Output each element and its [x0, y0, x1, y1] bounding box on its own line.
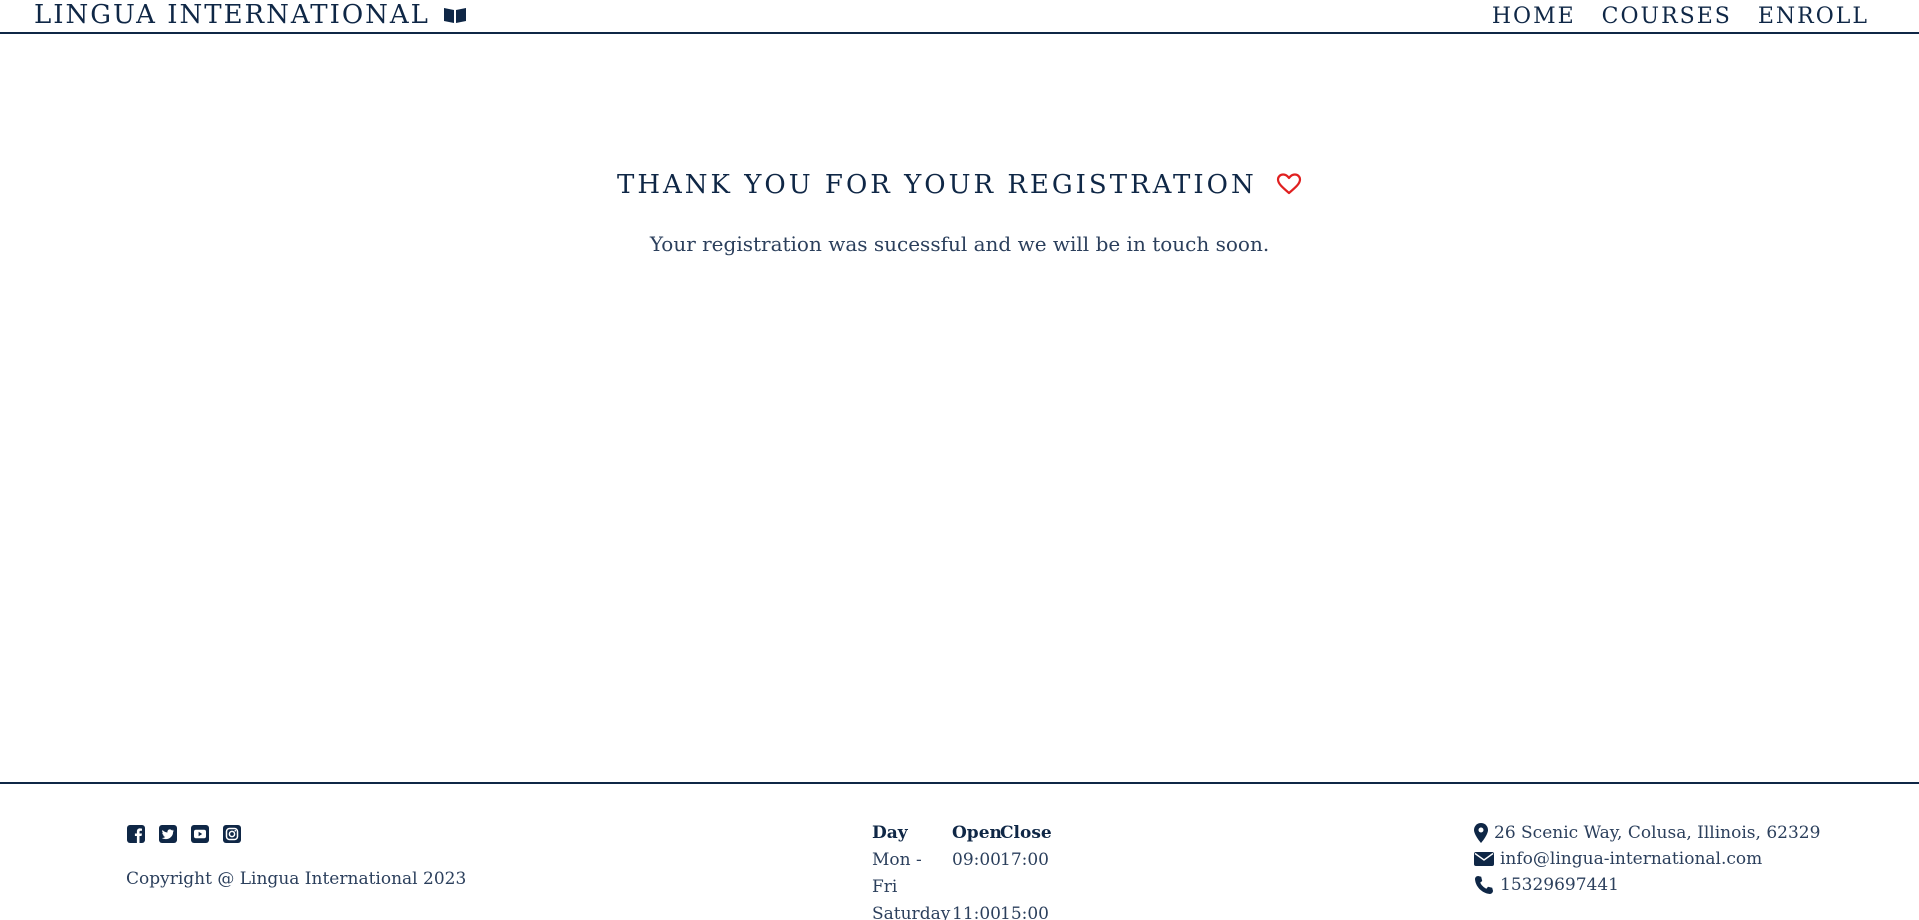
- contact-phone[interactable]: 15329697441: [1474, 872, 1820, 898]
- facebook-icon[interactable]: [126, 824, 146, 844]
- phone-text: 15329697441: [1500, 875, 1619, 895]
- hours-day: Saturday: [872, 904, 951, 920]
- site-footer: Copyright @ Lingua International 2023 Da…: [0, 782, 1919, 920]
- hours-header-open: Open: [952, 823, 1002, 843]
- brand-logo[interactable]: LINGUA INTERNATIONAL: [34, 0, 468, 30]
- main-nav: HOME COURSES ENROLL: [1492, 4, 1869, 30]
- nav-enroll-link[interactable]: ENROLL: [1758, 4, 1869, 30]
- hours-day: Mon - Fri: [872, 850, 922, 897]
- address-text: 26 Scenic Way, Colusa, Illinois, 62329: [1494, 823, 1821, 843]
- confirmation-message: Your registration was sucessful and we w…: [649, 232, 1270, 256]
- hours-row: Mon - Fri 09:00 17:00: [872, 847, 1050, 901]
- brand-name: LINGUA INTERNATIONAL: [34, 0, 430, 30]
- thank-you-heading: THANK YOU FOR YOUR REGISTRATION: [0, 168, 1919, 205]
- envelope-icon: [1474, 852, 1494, 866]
- email-text: info@lingua-international.com: [1500, 849, 1763, 869]
- hours-close: 15:00: [1000, 904, 1049, 920]
- contact-email[interactable]: info@lingua-international.com: [1474, 846, 1820, 872]
- copyright-text: Copyright @ Lingua International 2023: [126, 869, 467, 889]
- twitter-icon[interactable]: [158, 824, 178, 844]
- thank-you-heading-text: THANK YOU FOR YOUR REGISTRATION: [617, 170, 1257, 200]
- nav-home-link[interactable]: HOME: [1492, 4, 1576, 30]
- phone-icon: [1475, 876, 1493, 894]
- heart-outline-icon: [1276, 171, 1302, 205]
- opening-hours-table: Day Open Close Mon - Fri 09:00 17:00 Sat…: [872, 820, 1052, 920]
- hours-header-day: Day: [872, 823, 908, 843]
- hours-close: 17:00: [1000, 850, 1049, 870]
- site-header: LINGUA INTERNATIONAL HOME COURSES ENROLL: [0, 0, 1919, 34]
- hours-header-close: Close: [1000, 823, 1052, 843]
- page: LINGUA INTERNATIONAL HOME COURSES ENROLL…: [0, 0, 1919, 920]
- contact-address: 26 Scenic Way, Colusa, Illinois, 62329: [1474, 820, 1820, 846]
- instagram-icon[interactable]: [222, 824, 242, 844]
- hours-row: Saturday 11:00 15:00: [872, 901, 1050, 920]
- hours-open: 11:00: [952, 904, 1001, 920]
- map-pin-icon: [1474, 823, 1488, 843]
- contact-info: 26 Scenic Way, Colusa, Illinois, 62329 i…: [1474, 820, 1820, 898]
- youtube-icon[interactable]: [190, 824, 210, 844]
- open-book-icon: [442, 5, 468, 25]
- social-links: [126, 824, 242, 844]
- nav-courses-link[interactable]: COURSES: [1602, 4, 1732, 30]
- hours-header-row: Day Open Close: [872, 820, 1052, 847]
- hours-open: 09:00: [952, 850, 1001, 870]
- main-content: THANK YOU FOR YOUR REGISTRATION Your reg…: [0, 34, 1919, 782]
